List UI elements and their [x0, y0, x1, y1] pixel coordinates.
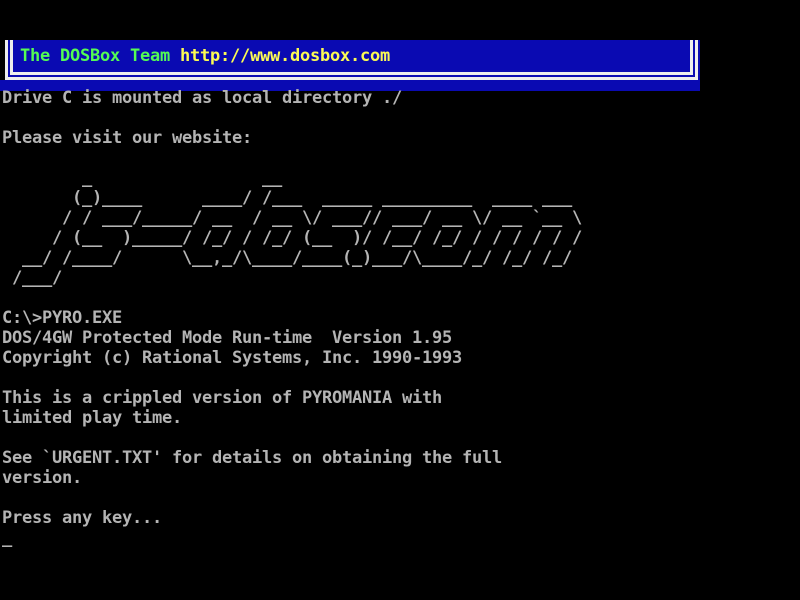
dosbox-team-label: The DOSBox Team	[20, 46, 180, 66]
text-cursor: _	[2, 528, 12, 548]
banner-text: The DOSBox Team http://www.dosbox.com	[20, 46, 390, 66]
dosbox-screen[interactable]: The DOSBox Team http://www.dosbox.com Dr…	[0, 0, 800, 600]
console-output[interactable]: Drive C is mounted as local directory ./…	[2, 88, 582, 528]
dosbox-url: http://www.dosbox.com	[180, 46, 390, 66]
